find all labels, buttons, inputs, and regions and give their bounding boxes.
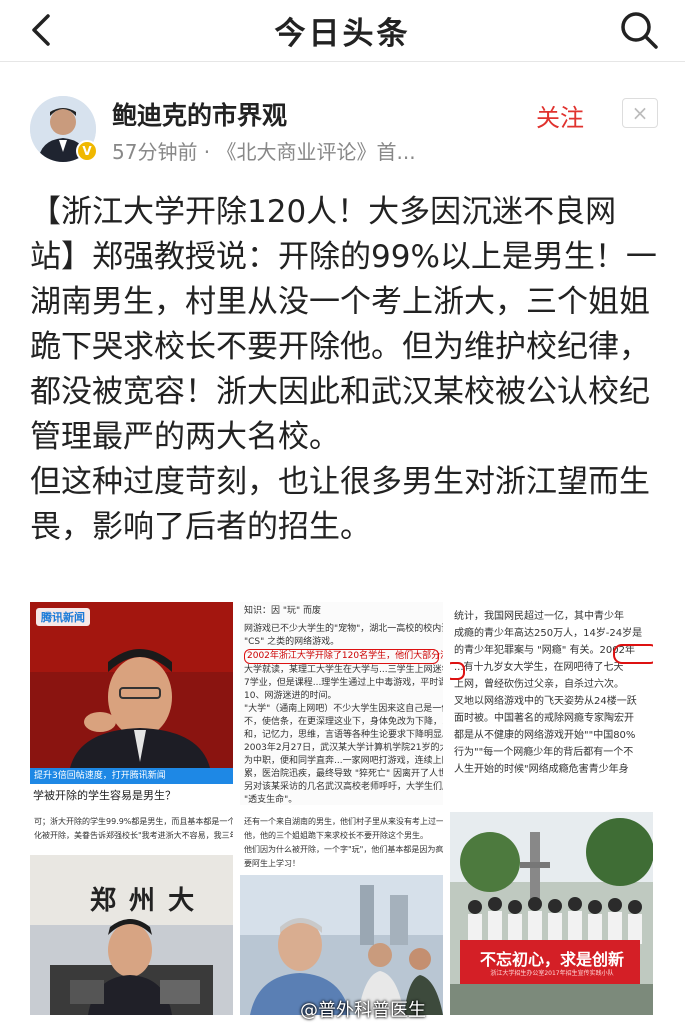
snippet-line: 化被开除，美眷告诉郑强校长"我考进浙大不容易，我三年没有回 xyxy=(34,831,233,840)
banner-slogan: 不忘初心，求是创新 xyxy=(479,950,624,969)
banner-subtext: 浙江大学招生办公室2017年招生宣传实践小队 xyxy=(490,970,614,977)
image-3-lines: 统计，我国网民超过一亿，其中青少年成瘾的青少年高达250万人，14岁-24岁是的… xyxy=(454,608,649,778)
image-1-caption: 学被开除的学生容易是男生？ xyxy=(33,789,176,802)
snippet-line: 为中职，便和同学直奔...一家网吧打游戏，连续上网5小时后 xyxy=(244,756,443,766)
post-meta: 57分钟前 · 《北大商业评论》首... xyxy=(112,140,416,164)
image-4-text: 可；浙大开除的学生99.9%都是男生，而且基本都是一个原因。化被开除，美眷告诉郑… xyxy=(30,812,233,846)
search-icon[interactable] xyxy=(617,8,661,52)
snippet-line: 2002年浙江大学开除了120名学生，他们大部分沉迷于网络不能自拔 xyxy=(244,649,443,664)
snippet-line: 成瘾的青少年高达250万人，14岁-24岁是 xyxy=(454,628,643,639)
tencent-news-logo: 腾讯新闻 xyxy=(36,608,90,626)
image-thumbnail-1[interactable]: 腾讯新闻 提升3倍回帖速度，打开腾讯新闻 学被开除的学生容易是男生？ xyxy=(30,602,233,805)
snippet-line: 不，使信条，在更深理这业下，身体免改为下降，...就成力下降 xyxy=(244,717,443,727)
image-3-text: 统计，我国网民超过一亿，其中青少年成瘾的青少年高达250万人，14岁-24岁是的… xyxy=(450,602,653,781)
article-paragraph-2: 但这种过度苛刻，也让很多男生对浙江望而生畏，影响了后者的招生。 xyxy=(30,464,650,545)
snippet-line: 的青少年犯罪案与 "网瘾" 有关。2002年 xyxy=(454,645,636,656)
author-name[interactable]: 鲍迪克的市界观 xyxy=(112,96,287,132)
image-thumbnail-6[interactable]: 不忘初心，求是创新 浙江大学招生办公室2017年招生宣传实践小队 xyxy=(450,812,653,1015)
image-5-lines: 还有一个来自湖南的男生，他们村子里从来没有考上过一个浙 他，他的三个姐姐跪下来求校… xyxy=(244,815,443,871)
image-2-title: 知识：因 "玩" 而废 xyxy=(244,606,322,616)
snippet-line: 都是从不健康的网络游戏开始""中国80% xyxy=(454,730,636,741)
snippet-line: 人生开始的时候"网络成瘾危害青少年身 xyxy=(454,764,629,775)
lecture-photo xyxy=(30,855,233,1015)
image-thumbnail-4[interactable]: 可；浙大开除的学生99.9%都是男生，而且基本都是一个原因。化被开除，美眷告诉郑… xyxy=(30,812,233,1015)
image-2-lines: 网游戏已不少大学生的"宠物"，湖北一高校的校内调查表明，30% "CS" 之类的网… xyxy=(244,623,443,805)
snippet-line: 10、网游迷进的时间。 xyxy=(244,691,337,701)
follow-button[interactable]: 关注 xyxy=(536,98,584,133)
snippet-line: ...有十九岁女大学生，在网吧待了七天 xyxy=(454,662,624,673)
article-paragraph-1: 【浙江大学开除120人！大多因沉迷不良网站】郑强教授说：开除的99%以上是男生！… xyxy=(30,194,657,455)
image-4-lines: 可；浙大开除的学生99.9%都是男生，而且基本都是一个原因。化被开除，美眷告诉郑… xyxy=(34,815,233,843)
image-grid: 腾讯新闻 提升3倍回帖速度，打开腾讯新闻 学被开除的学生容易是男生？ 知识：因 … xyxy=(30,602,660,1020)
snippet-line: "透支生命"。 xyxy=(244,795,298,805)
dismiss-button[interactable]: × xyxy=(622,98,658,128)
image-5-text: 还有一个来自湖南的男生，他们村子里从来没有考上过一个浙 他，他的三个姐姐跪下来求校… xyxy=(240,812,443,874)
snippet-line: 还有一个来自湖南的男生，他们村子里从来没有考上过一个浙 xyxy=(244,817,443,826)
snippet-line: "大学"（通南上网吧）不少大学生因来这自己是一件，同一的课必理 xyxy=(244,704,443,714)
snippet-line: 网游戏已不少大学生的"宠物"，湖北一高校的校内调查表明，30% xyxy=(244,624,443,634)
snippet-line: 上网，曾经砍伤过父亲，自杀过六次。 xyxy=(454,679,624,690)
snippet-line: 统计，我国网民超过一亿，其中青少年 xyxy=(454,611,624,622)
snippet-line: 大学就读，某理工大学生在大学与...三学生上网迷学校的管理了 xyxy=(244,665,443,675)
image-thumbnail-2[interactable]: 知识：因 "玩" 而废 网游戏已不少大学生的"宠物"，湖北一高校的校内调查表明，… xyxy=(240,602,443,805)
image-2-text: 知识：因 "玩" 而废 网游戏已不少大学生的"宠物"，湖北一高校的校内调查表明，… xyxy=(240,602,443,805)
snippet-line: 他，他的三个姐姐跪下来求校长不要开除这个男生。 xyxy=(244,831,428,840)
campus-crowd-photo xyxy=(240,875,443,1015)
app-title: 今日头条 xyxy=(274,16,411,52)
image-thumbnail-3[interactable]: 统计，我国网民超过一亿，其中青少年成瘾的青少年高达250万人，14岁-24岁是的… xyxy=(450,602,653,805)
snippet-line: 叉地以网络游戏中的飞天姿势从24楼一跃 xyxy=(454,696,637,707)
snippet-line: 7学业，但是课程...理学生通过上中毒游戏，平时课程了，现在已经16 xyxy=(244,678,443,688)
weibo-watermark: @普外科普医生 xyxy=(300,1000,426,1021)
university-sign: 郑 州 大 xyxy=(90,886,197,916)
open-app-bar-text: 提升3倍回帖速度，打开腾讯新闻 xyxy=(34,771,166,781)
top-bar: 今日头条 xyxy=(0,0,685,62)
image-thumbnail-5[interactable]: 还有一个来自湖南的男生，他们村子里从来没有考上过一个浙 他，他的三个姐姐跪下来求校… xyxy=(240,812,443,1015)
article-body: 【浙江大学开除120人！大多因沉迷不良网站】郑强教授说：开除的99%以上是男生！… xyxy=(30,190,660,550)
snippet-line: 行为""每一个网瘾少年的背后都有一个不 xyxy=(454,747,634,758)
tencent-news-logo-text: 腾讯新闻 xyxy=(41,611,85,624)
snippet-line: "CS" 之类的网络游戏。 xyxy=(244,637,340,647)
snippet-line: 2003年2月27日，武汉某大学计算机学院21岁的大一学生康某上午课程 xyxy=(244,743,443,753)
snippet-line: 面时被。中国著名的戒除网瘾专家陶宏开 xyxy=(454,713,634,724)
author-row: V 鲍迪克的市界观 57分钟前 · 《北大商业评论》首... 关注 × xyxy=(0,70,685,170)
snippet-line: 他们因为什么被开除，一个字"玩"，他们基本都是因为疯狂玩网 xyxy=(244,845,443,854)
verified-badge-icon: V xyxy=(76,140,98,162)
snippet-line: 可；浙大开除的学生99.9%都是男生，而且基本都是一个原因。 xyxy=(34,817,233,826)
snippet-line: 累，医治院迅疾，最终导致 "猝死亡" 因离开了人世。 xyxy=(244,769,443,779)
snippet-line: 和，记忆力，思维，言语等各种生论要求下降明显。 xyxy=(244,730,443,740)
group-banner-photo xyxy=(450,812,653,1015)
snippet-line: 另对该某采访的几名武汉高校老师呼吁，大学生们应警惕，即便 xyxy=(244,782,443,792)
open-app-bar[interactable]: 提升3倍回帖速度，打开腾讯新闻 xyxy=(30,768,233,784)
snippet-line: 要阿生上学习！ xyxy=(244,859,300,868)
